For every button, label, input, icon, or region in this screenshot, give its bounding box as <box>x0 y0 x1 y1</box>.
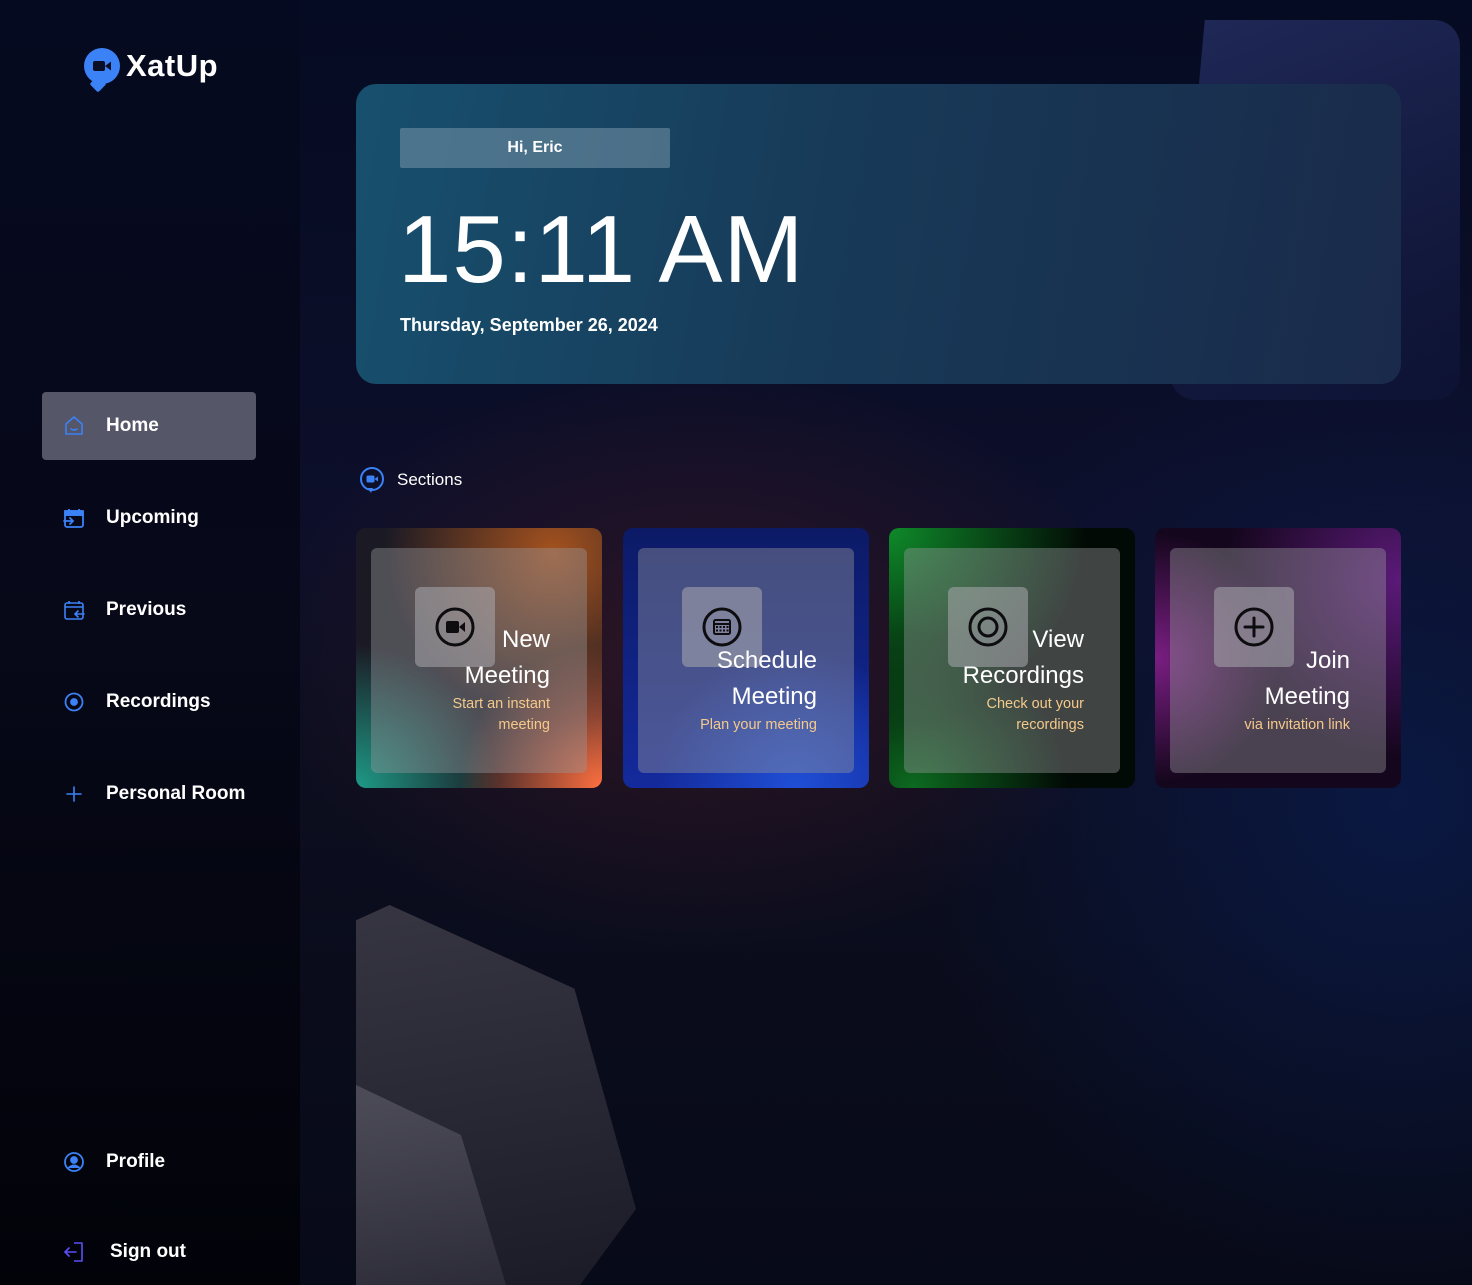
sidebar-bottom-profile: Profile <box>42 1128 256 1220</box>
hero-card: Hi, Eric 15:11 AM Thursday, September 26… <box>356 84 1401 384</box>
sidebar-item-label: Sign out <box>110 1241 186 1262</box>
card-subtitle-line1: Check out your <box>986 696 1084 712</box>
card-title-line1: Join <box>1305 647 1350 674</box>
card-text: Schedule Meeting Plan your meeting <box>700 643 817 736</box>
sections-logo-icon <box>360 467 384 493</box>
card-title-line2: Meeting <box>464 662 550 689</box>
sidebar-item-home[interactable]: Home <box>42 392 256 460</box>
sidebar-item-label: Upcoming <box>106 507 199 528</box>
sidebar-bottom-signout: Sign out <box>42 1218 256 1285</box>
sidebar-item-upcoming[interactable]: Upcoming <box>42 484 256 552</box>
greeting-badge: Hi, Eric <box>400 128 670 168</box>
card-title-line2: Recordings <box>962 662 1084 689</box>
current-time: 15:11 AM <box>398 196 805 303</box>
card-title-line1: New <box>501 626 550 653</box>
sidebar-item-personal-room[interactable]: Personal Room <box>42 760 256 828</box>
app-name: XatUp <box>126 48 219 83</box>
new-meeting-card[interactable]: New Meeting Start an instant meeting <box>356 528 602 788</box>
card-subtitle-line2: recordings <box>1016 717 1084 733</box>
view-recordings-card[interactable]: View Recordings Check out your recording… <box>889 528 1135 788</box>
sections-label: Sections <box>397 470 463 489</box>
sidebar-item-previous[interactable]: Previous <box>42 576 256 644</box>
logo-camera-icon <box>84 48 120 84</box>
schedule-meeting-card[interactable]: Schedule Meeting Plan your meeting <box>623 528 869 788</box>
app-logo[interactable]: XatUp <box>84 48 218 84</box>
sidebar-item-label: Personal Room <box>106 783 246 804</box>
card-subtitle-line1: via invitation link <box>1244 717 1350 733</box>
card-text: New Meeting Start an instant meeting <box>452 622 550 736</box>
card-text: View Recordings Check out your recording… <box>963 622 1084 736</box>
sections-heading: Sections <box>359 466 462 494</box>
sign-out-icon <box>62 1240 86 1264</box>
card-title-line1: Schedule <box>716 647 817 674</box>
record-icon <box>62 690 86 714</box>
card-text: Join Meeting via invitation link <box>1244 643 1350 736</box>
sidebar-item-label: Profile <box>106 1151 166 1172</box>
card-title-line2: Meeting <box>1264 683 1350 710</box>
current-date: Thursday, September 26, 2024 <box>400 315 658 335</box>
sidebar-item-sign-out[interactable]: Sign out <box>42 1218 256 1285</box>
join-meeting-card[interactable]: Join Meeting via invitation link <box>1155 528 1401 788</box>
sidebar-item-label: Recordings <box>106 691 211 712</box>
plus-icon <box>62 782 86 806</box>
sidebar: XatUp Home Upcoming Previous Recordings … <box>0 0 300 1285</box>
card-subtitle-line2: meeting <box>498 717 550 733</box>
sidebar-item-profile[interactable]: Profile <box>42 1128 256 1196</box>
card-subtitle-line1: Plan your meeting <box>700 717 817 733</box>
sidebar-nav: Home Upcoming Previous Recordings Person… <box>42 392 256 852</box>
calendar-upcoming-icon <box>62 506 86 530</box>
sidebar-item-recordings[interactable]: Recordings <box>42 668 256 736</box>
user-circle-icon <box>62 1150 86 1174</box>
calendar-previous-icon <box>62 598 86 622</box>
card-title-line2: Meeting <box>731 683 817 710</box>
card-subtitle-line1: Start an instant <box>452 696 550 712</box>
sidebar-item-label: Home <box>106 415 159 436</box>
sidebar-item-label: Previous <box>106 599 187 620</box>
card-title-line1: View <box>1032 626 1084 653</box>
home-icon <box>62 414 86 438</box>
